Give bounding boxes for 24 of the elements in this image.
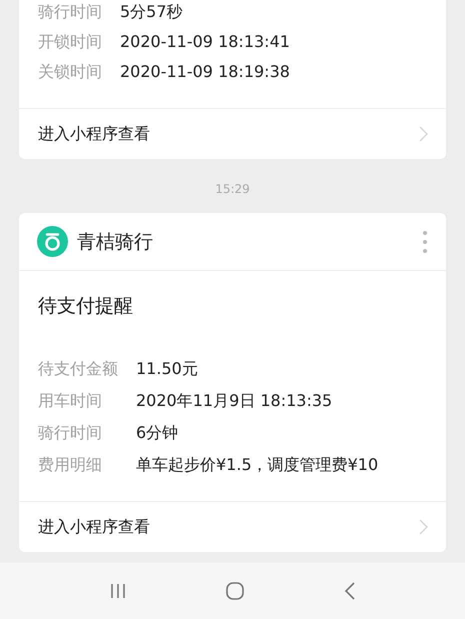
timestamp: 15:29 (215, 182, 250, 196)
field-value: 5分57秒 (120, 1, 184, 23)
field-value: 6分钟 (136, 422, 180, 444)
field-value: 2020年11月9日 18:13:35 (136, 390, 334, 412)
field-label: 待支付金额 (38, 358, 118, 380)
field-label: 费用明细 (38, 454, 103, 476)
bars-icon (110, 583, 126, 599)
chevron-icon (419, 126, 428, 142)
field-value: 2020-11-09 18:13:41 (120, 31, 291, 53)
field-value: 单车起步价¥1.5，调度管理费¥10 (136, 454, 380, 476)
rounded-square-icon (226, 582, 244, 600)
field-value: 2020-11-09 18:19:38 (120, 61, 291, 83)
app-name: 青桔骑行 (77, 230, 154, 254)
mini-program-link[interactable]: 进入小程序查看 (19, 501, 446, 552)
field-label: 关锁时间 (38, 61, 102, 83)
message-title: 待支付提醒 (37, 294, 134, 319)
field-label: 开锁时间 (38, 31, 102, 53)
mini-program-link[interactable]: 进入小程序查看 (19, 108, 446, 159)
field-label: 用车时间 (38, 390, 103, 412)
field-value: 11.50元 (136, 358, 199, 380)
field-label: 骑行时间 (38, 1, 102, 23)
field-label: 骑行时间 (38, 422, 103, 444)
app-logo-icon (37, 226, 68, 257)
chevron-icon (419, 519, 428, 535)
